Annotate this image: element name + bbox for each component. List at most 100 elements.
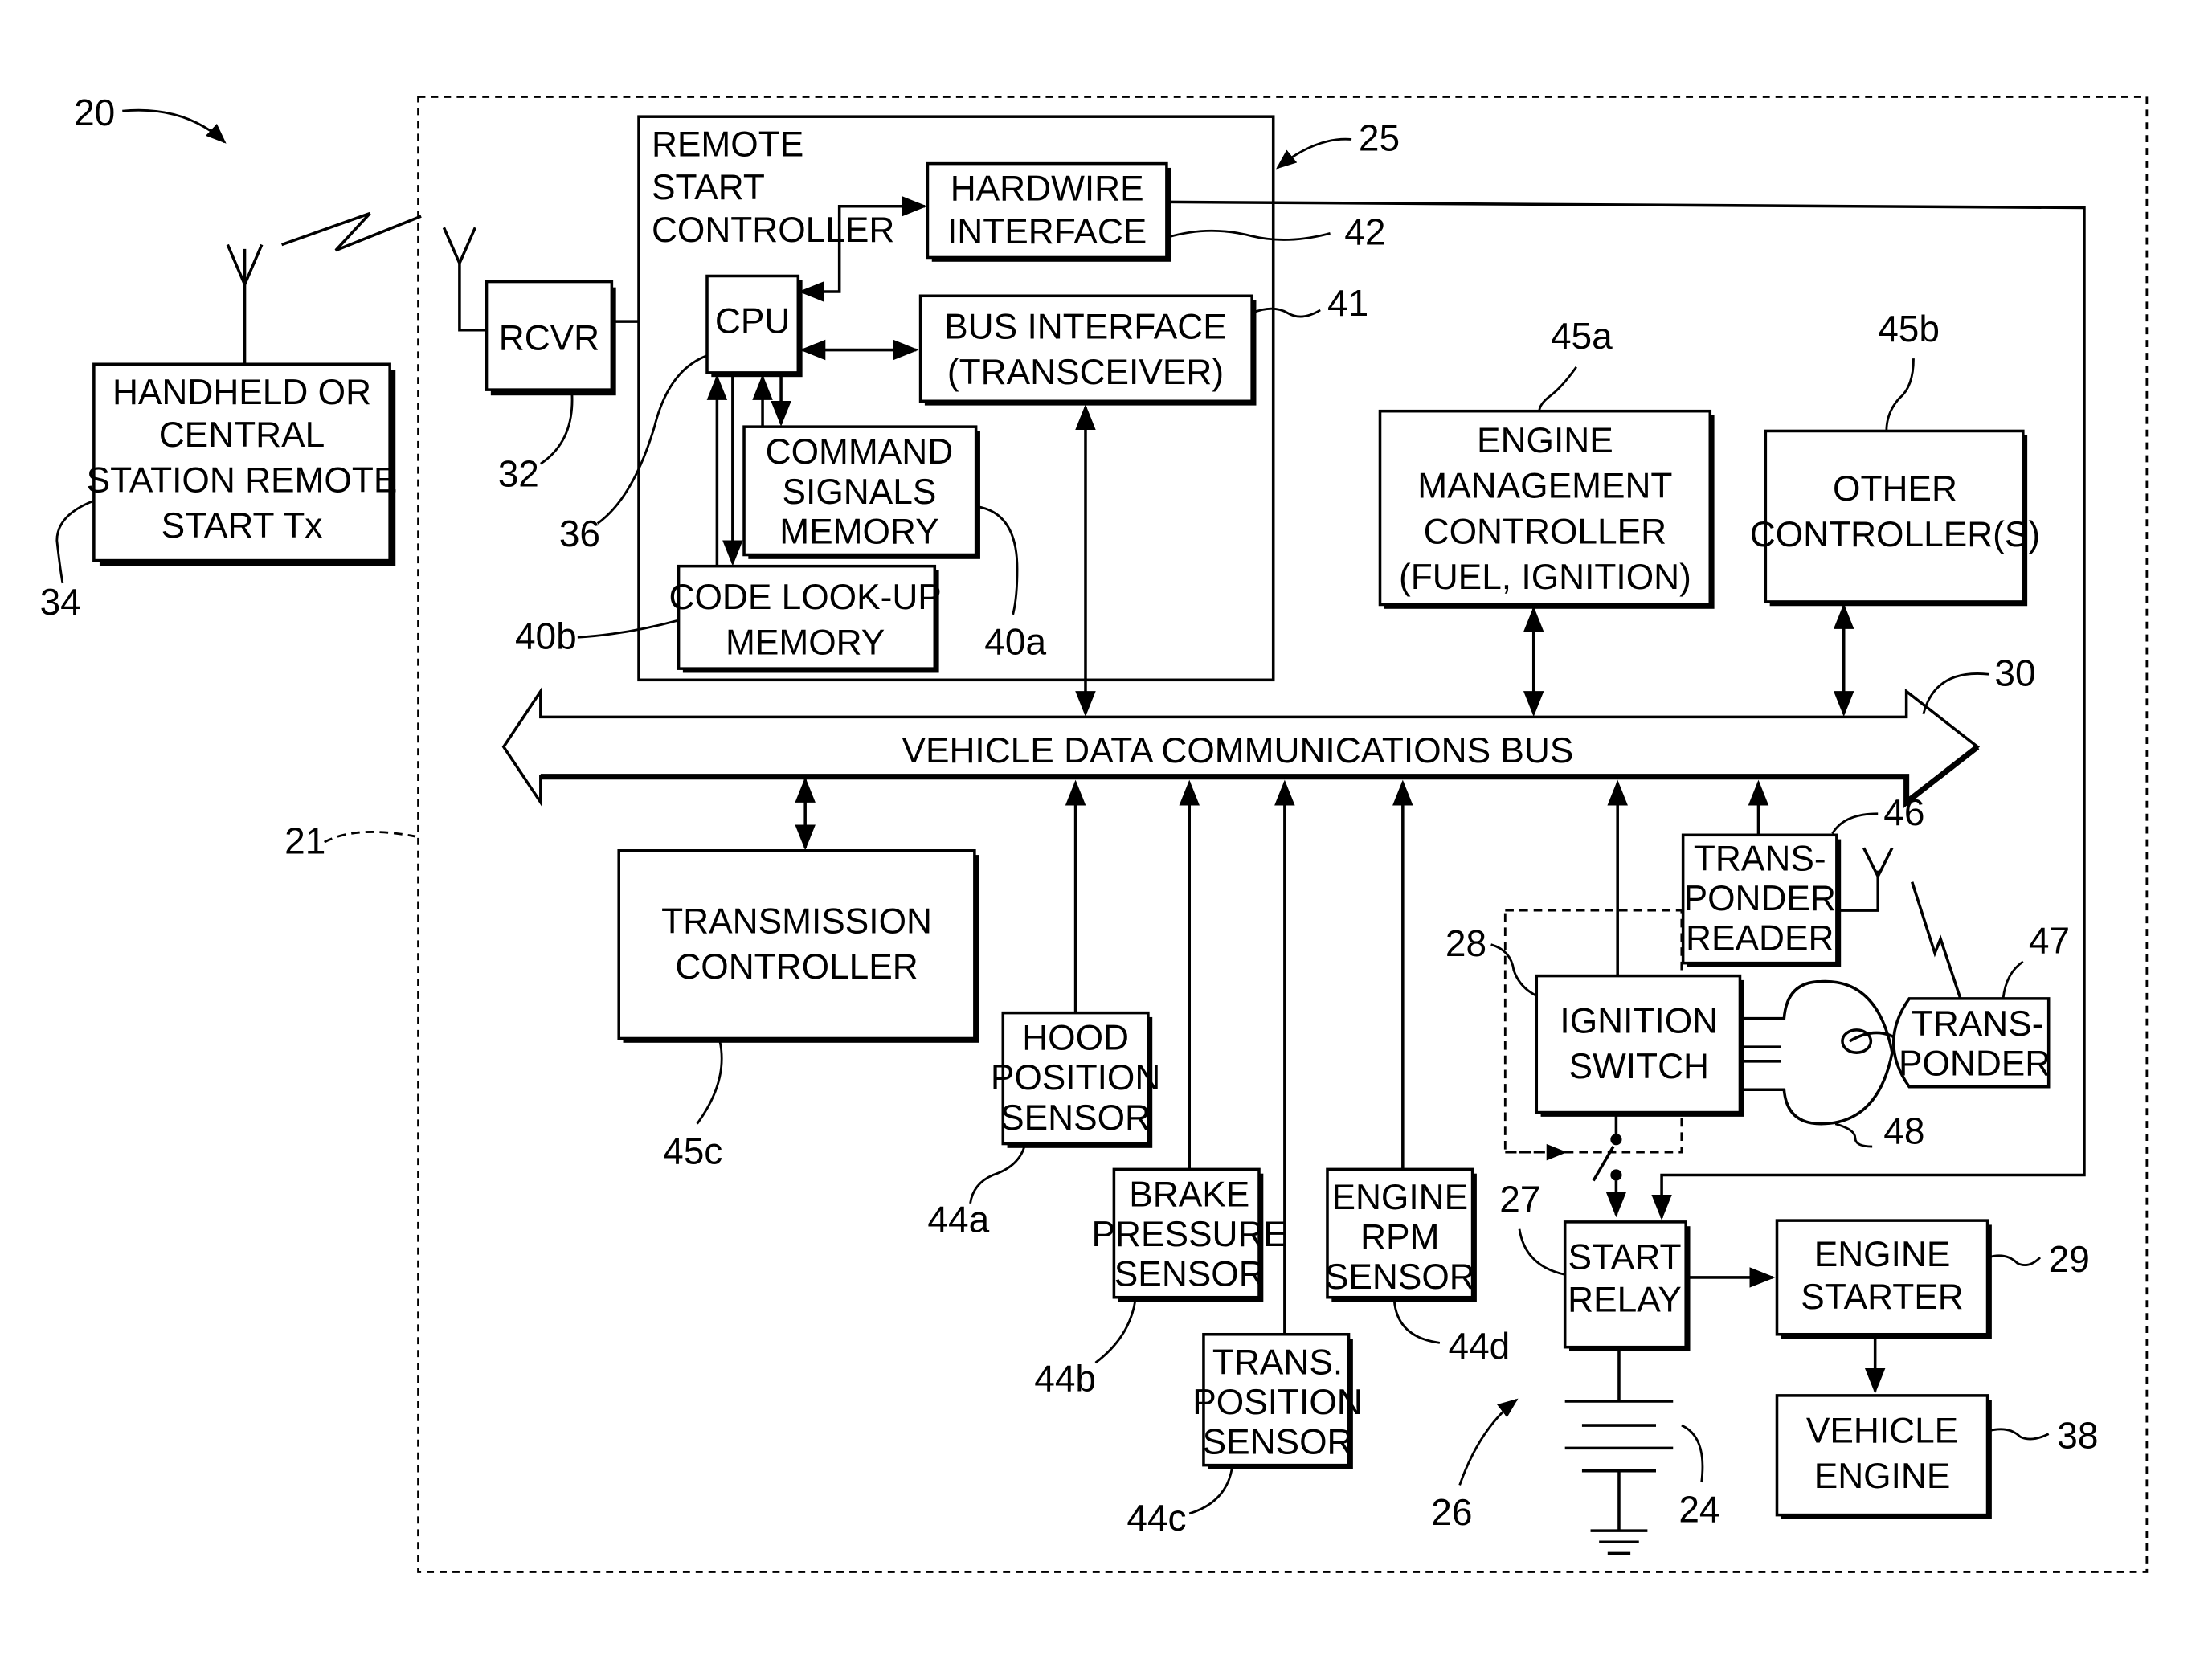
ref-47: 47 xyxy=(2029,919,2070,961)
tr-line1: TRANS- xyxy=(1694,840,1826,879)
rpm-line2: RPM xyxy=(1360,1218,1439,1257)
transmission-controller-block: TRANSMISSION CONTROLLER xyxy=(617,849,979,1043)
handheld-tx-line4: START Tx xyxy=(162,506,323,546)
battery-icon xyxy=(1564,1347,1674,1555)
ref-27-leader xyxy=(1518,1228,1565,1276)
ref-21: 21 xyxy=(284,820,325,861)
engine-starter-block: ENGINE STARTER xyxy=(1775,1219,1992,1339)
ref-42: 42 xyxy=(1344,211,1385,253)
ref-41: 41 xyxy=(1327,282,1368,324)
handheld-transmitter-block: HANDHELD OR CENTRAL STATION REMOTE START… xyxy=(87,362,398,566)
rcvr-block: RCVR xyxy=(485,280,616,396)
clm-line2: MEMORY xyxy=(726,623,885,662)
ref-44c-leader xyxy=(1188,1467,1233,1515)
hood-line2: POSITION xyxy=(991,1058,1160,1098)
hood-position-sensor-block: HOOD POSITION SENSOR xyxy=(991,1011,1160,1148)
ref-46-leader xyxy=(1831,812,1879,835)
ref-40b: 40b xyxy=(515,615,577,656)
rcvr-antenna-icon xyxy=(442,227,487,332)
handheld-tx-line2: CENTRAL xyxy=(159,415,325,455)
engine-line1: VEHICLE xyxy=(1806,1411,1958,1450)
rcvr-label: RCVR xyxy=(499,319,599,358)
oc-line2: CONTROLLER(S) xyxy=(1750,515,2040,554)
cpu-block: CPU xyxy=(705,274,803,378)
trans-position-sensor-block: TRANS. POSITION SENSOR xyxy=(1192,1332,1363,1469)
ign-line1: IGNITION xyxy=(1560,1001,1718,1040)
tr-line3: READER xyxy=(1686,919,1834,959)
emc-line1: ENGINE xyxy=(1477,421,1613,460)
brake-line2: PRESSURE xyxy=(1092,1215,1287,1254)
ref-26-arrow xyxy=(1458,1398,1519,1486)
handheld-antenna-icon xyxy=(226,243,264,288)
tc-line1: TRANSMISSION xyxy=(661,901,932,941)
bus-interface-line2: (TRANSCEIVER) xyxy=(947,353,1224,392)
ref-38-leader xyxy=(1987,1428,2050,1441)
ref-44c: 44c xyxy=(1126,1497,1186,1539)
rpm-line3: SENSOR xyxy=(1325,1257,1475,1297)
clm-line1: CODE LOOK-UP xyxy=(669,578,942,617)
starter-line1: ENGINE xyxy=(1814,1235,1951,1274)
emc-line4: (FUEL, IGNITION) xyxy=(1399,558,1691,597)
ref-29: 29 xyxy=(2049,1238,2090,1280)
ref-44d: 44d xyxy=(1448,1325,1510,1367)
transponder-line2: PONDER xyxy=(1899,1044,2051,1084)
ref-25-arrow xyxy=(1276,137,1352,170)
ref-48: 48 xyxy=(1883,1110,1924,1152)
ref-46: 46 xyxy=(1883,791,1924,833)
ref-36: 36 xyxy=(559,513,600,554)
vehicle-data-bus: VEHICLE DATA COMMUNICATIONS BUS xyxy=(501,686,1981,808)
ref-44b: 44b xyxy=(1034,1358,1096,1400)
ref-20-arrow xyxy=(122,108,227,144)
bus-label: VEHICLE DATA COMMUNICATIONS BUS xyxy=(902,731,1573,771)
ref-24-leader xyxy=(1681,1424,1704,1483)
brake-pressure-sensor-block: BRAKE PRESSURE SENSOR xyxy=(1092,1167,1287,1302)
emc-line2: MANAGEMENT xyxy=(1417,467,1672,506)
ref-40a: 40a xyxy=(984,620,1046,662)
rsc-title-line3: CONTROLLER xyxy=(652,211,894,250)
ref-28-leader xyxy=(1490,943,1537,997)
hardwire-interface-block: HARDWIRE INTERFACE xyxy=(926,161,1171,262)
brake-line1: BRAKE xyxy=(1129,1175,1249,1214)
handheld-tx-line3: STATION REMOTE xyxy=(87,461,398,501)
emc-line3: CONTROLLER xyxy=(1424,512,1666,551)
ref-45b-leader xyxy=(1885,358,1915,431)
hardwire-line2: INTERFACE xyxy=(947,212,1147,251)
ref-44a-leader xyxy=(969,1146,1026,1204)
hood-line3: SENSOR xyxy=(1000,1098,1151,1138)
ref-45b: 45b xyxy=(1878,308,1940,349)
ref-32: 32 xyxy=(498,453,539,495)
ref-44a: 44a xyxy=(927,1198,989,1240)
rpm-line1: ENGINE xyxy=(1331,1178,1468,1217)
command-signals-memory-block: COMMAND SIGNALS MEMORY xyxy=(742,425,980,559)
csm-line3: MEMORY xyxy=(779,512,938,551)
other-controllers-block: OTHER CONTROLLER(S) xyxy=(1750,429,2040,607)
bus-interface-block: BUS INTERFACE (TRANSCEIVER) xyxy=(918,294,1257,406)
ref-27: 27 xyxy=(1499,1178,1540,1220)
csm-line2: SIGNALS xyxy=(783,472,937,512)
code-lookup-memory-block: CODE LOOK-UP MEMORY xyxy=(669,564,942,673)
ref-28: 28 xyxy=(1445,922,1486,964)
ign-line2: SWITCH xyxy=(1568,1047,1709,1086)
brake-line3: SENSOR xyxy=(1114,1255,1265,1294)
rsc-title-line2: START xyxy=(652,168,765,207)
wireless-signal-icon xyxy=(280,211,422,252)
oc-line1: OTHER xyxy=(1833,469,1957,509)
handheld-tx-line1: HANDHELD OR xyxy=(112,373,371,412)
relay-line2: RELAY xyxy=(1568,1280,1682,1319)
ref-25: 25 xyxy=(1359,117,1400,159)
transponder-signal-icon xyxy=(1911,881,1962,999)
ref-45c-leader xyxy=(696,1040,723,1125)
reader-antenna-icon xyxy=(1836,847,1894,912)
ref-32-leader xyxy=(540,392,574,465)
csm-line1: COMMAND xyxy=(766,432,954,472)
engine-rpm-sensor-block: ENGINE RPM SENSOR xyxy=(1325,1167,1477,1302)
ignition-key-icon xyxy=(1740,979,1902,1126)
engine-line2: ENGINE xyxy=(1814,1457,1951,1496)
ignition-switch-block: IGNITION SWITCH xyxy=(1535,974,1744,1117)
starter-line2: STARTER xyxy=(1801,1277,1963,1317)
ignition-contact-switch-icon xyxy=(1592,1112,1627,1218)
tc-line2: CONTROLLER xyxy=(675,947,918,987)
ref-48-leader xyxy=(1834,1122,1873,1148)
ref-45a-leader xyxy=(1538,366,1577,411)
vehicle-engine-block: VEHICLE ENGINE xyxy=(1775,1394,1992,1519)
